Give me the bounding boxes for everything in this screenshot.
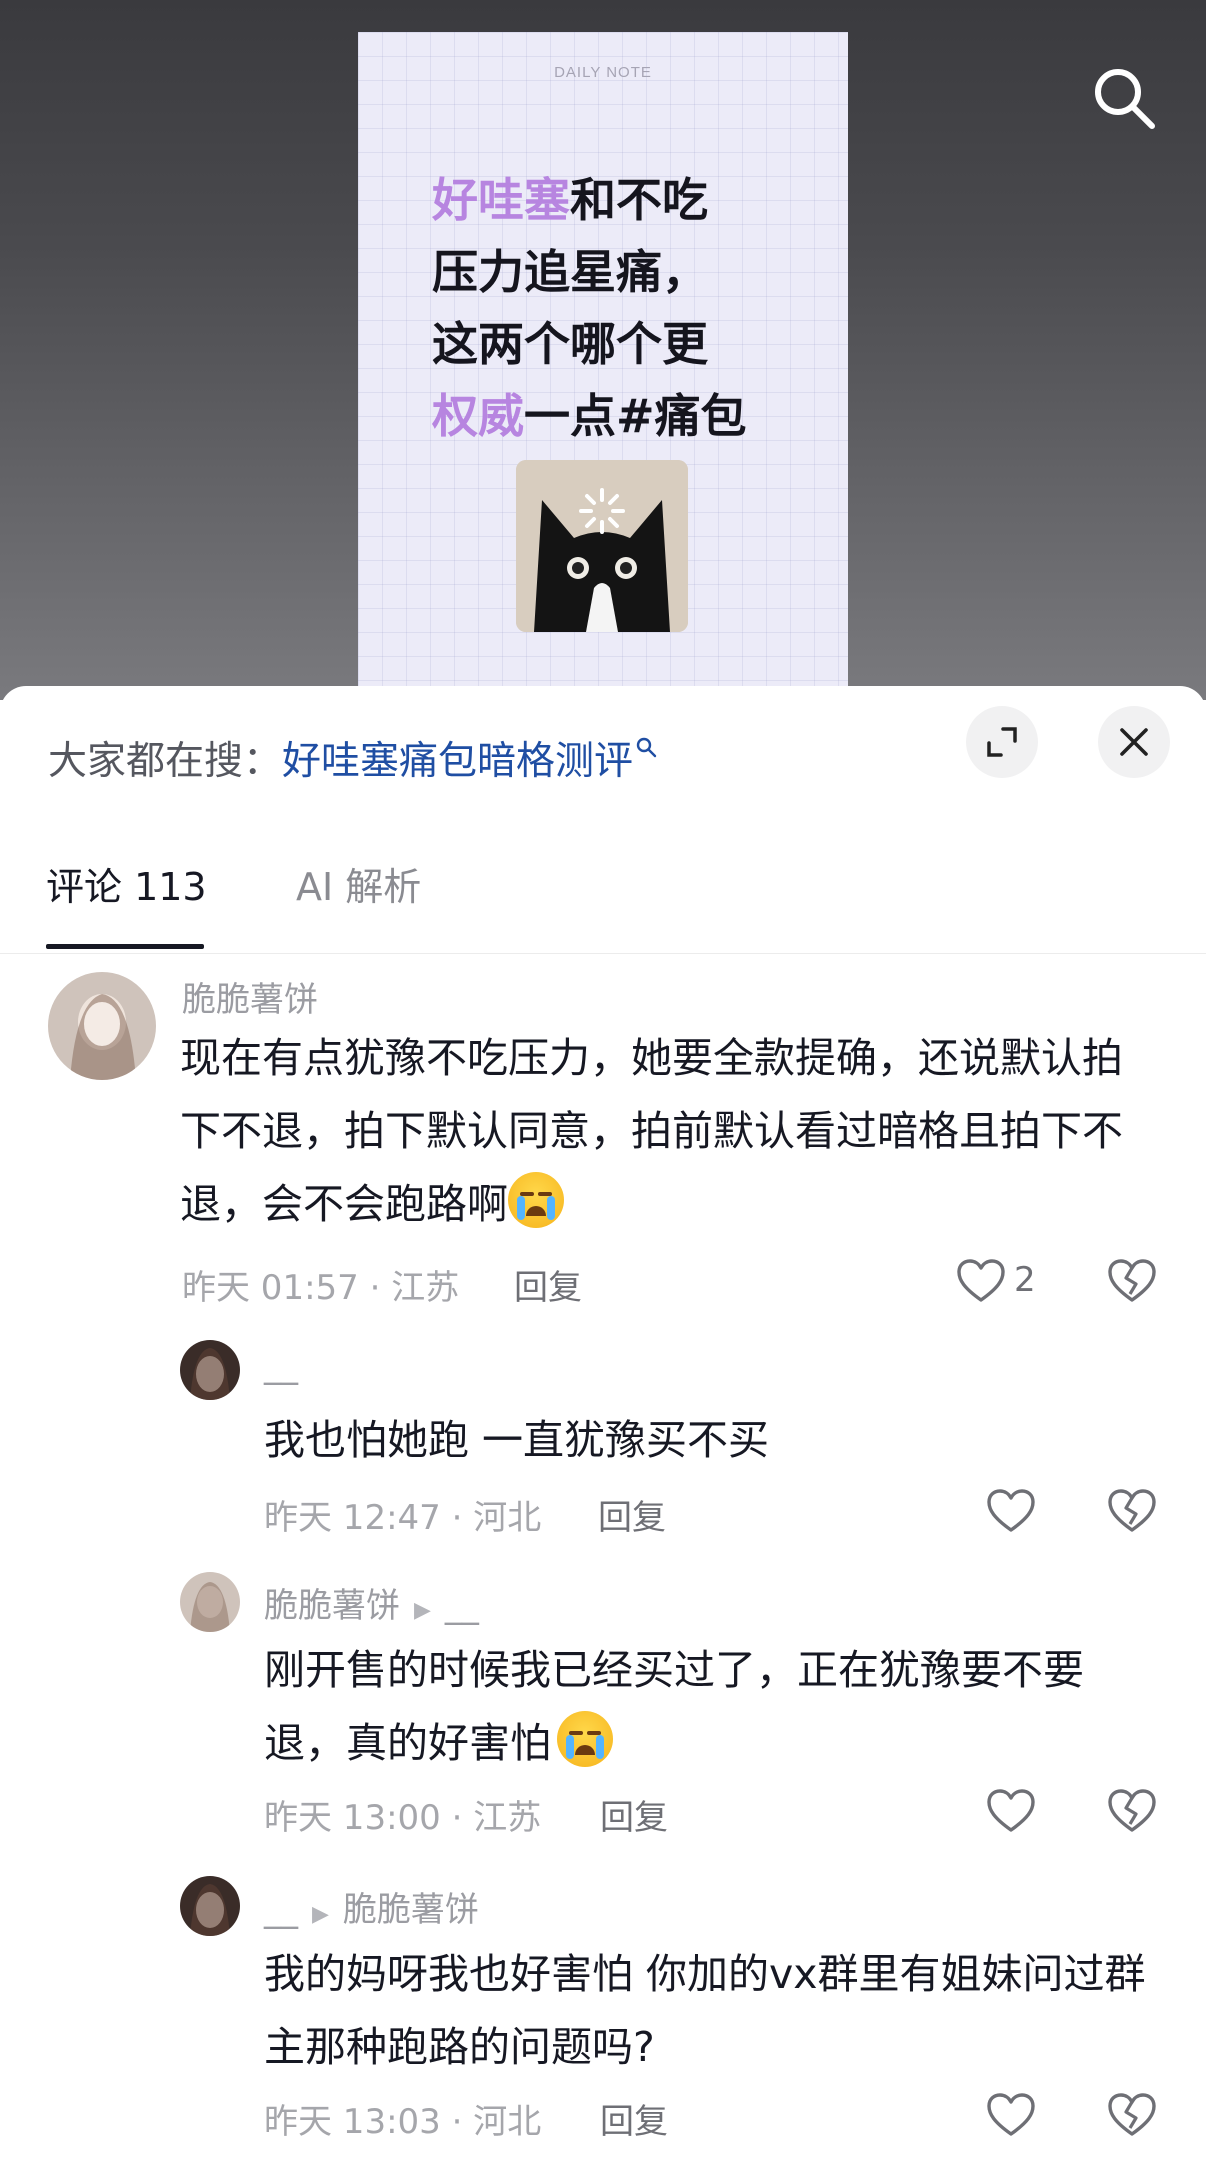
heart-icon[interactable] [986, 1488, 1036, 1534]
like-count: 2 [1014, 1260, 1036, 1300]
reply-username: 脆脆薯饼 ▶ __ [264, 1586, 479, 1626]
heart-icon[interactable] [986, 2092, 1036, 2138]
heart-icon[interactable] [956, 1258, 1006, 1304]
active-tab-indicator [46, 944, 204, 949]
note-line: 这两个哪个更 [432, 317, 708, 371]
reply-text: 刚开售的时候我已经买过了，正在犹豫要不要退，真的好害怕 [264, 1646, 1084, 1767]
reply-item: __ 我也怕她跑 一直犹豫买不买 昨天 12:47 · 河北 回复 [0, 1336, 1206, 1546]
heart-icon[interactable] [986, 1788, 1036, 1834]
reply-text: 我也怕她跑 一直犹豫买不买 [264, 1416, 770, 1464]
reply-button[interactable]: 回复 [514, 1260, 582, 1309]
close-icon [1120, 728, 1148, 756]
close-button[interactable] [1098, 706, 1170, 778]
comment-meta: 昨天 01:57 · 江苏 [182, 1268, 460, 1308]
search-small-icon [636, 737, 657, 758]
note-line: 权威一点#痛包 [432, 389, 747, 443]
note-line: 好哇塞和不吃 [432, 173, 708, 227]
reply-text: 我的妈呀我也好害怕 你加的vx群里有姐妹问过群主那种跑路的问题吗? [264, 1950, 1146, 2071]
reply-username[interactable]: __ [264, 1346, 298, 1386]
comment-username[interactable]: 脆脆薯饼 [182, 972, 318, 1021]
reply-button[interactable]: 回复 [600, 1790, 668, 1839]
reply-meta: 昨天 12:47 · 河北 [264, 1498, 542, 1538]
reply-arrow-icon: ▶ [312, 1902, 329, 1927]
reply-meta: 昨天 13:03 · 河北 [264, 2102, 542, 2142]
reply-meta: 昨天 13:00 · 江苏 [264, 1798, 542, 1838]
broken-heart-icon[interactable] [1106, 1488, 1158, 1534]
reply-button[interactable]: 回复 [598, 1490, 666, 1539]
avatar[interactable] [180, 1572, 240, 1632]
trending-keyword[interactable]: 好哇塞痛包暗格测评 [282, 739, 633, 784]
expand-icon [987, 727, 1017, 757]
broken-heart-icon[interactable] [1106, 1788, 1158, 1834]
avatar[interactable] [180, 1340, 240, 1400]
broken-heart-icon[interactable] [1106, 1258, 1158, 1304]
expand-button[interactable] [966, 706, 1038, 778]
video-background[interactable]: DAILY NOTE 好哇塞和不吃 压力追星痛， 这两个哪个更 权威一点#痛包 [0, 0, 1206, 700]
search-icon[interactable] [1088, 62, 1160, 134]
tab-comments[interactable]: 评论 113 [46, 856, 207, 911]
note-card: DAILY NOTE 好哇塞和不吃 压力追星痛， 这两个哪个更 权威一点#痛包 [358, 32, 848, 700]
reply-username: __ ▶ 脆脆薯饼 [264, 1890, 479, 1930]
crying-emoji [508, 1172, 564, 1228]
trending-search[interactable]: 大家都在搜：好哇塞痛包暗格测评 [48, 730, 659, 786]
trending-prefix: 大家都在搜： [48, 739, 283, 784]
tab-bar: 评论 113 AI 解析 [0, 856, 1206, 954]
cat-meme-image [516, 460, 688, 632]
comment-text: 现在有点犹豫不吃压力，她要全款提确，还说默认拍下不退，拍下默认同意，拍前默认看过… [180, 1034, 1123, 1228]
broken-heart-icon[interactable] [1106, 2092, 1158, 2138]
reply-button[interactable]: 回复 [600, 2094, 668, 2143]
crying-emoji [557, 1711, 613, 1767]
reply-item: 脆脆薯饼 ▶ __ 刚开售的时候我已经买过了，正在犹豫要不要退，真的好害怕 昨天 1… [0, 1568, 1206, 1848]
avatar[interactable] [180, 1876, 240, 1936]
tab-ai-analysis[interactable]: AI 解析 [296, 856, 421, 911]
note-line: 压力追星痛， [432, 245, 708, 299]
reply-item: __ ▶ 脆脆薯饼 我的妈呀我也好害怕 你加的vx群里有姐妹问过群主那种跑路的问题吗… [0, 1872, 1206, 2172]
note-label: DAILY NOTE [554, 64, 652, 81]
note-title: 好哇塞和不吃 压力追星痛， 这两个哪个更 权威一点#痛包 [432, 164, 832, 452]
avatar[interactable] [48, 972, 156, 1080]
reply-arrow-icon: ▶ [414, 1598, 431, 1623]
comment-item: 脆脆薯饼 现在有点犹豫不吃压力，她要全款提确，还说默认拍下不退，拍下默认同意，拍… [0, 960, 1206, 1320]
